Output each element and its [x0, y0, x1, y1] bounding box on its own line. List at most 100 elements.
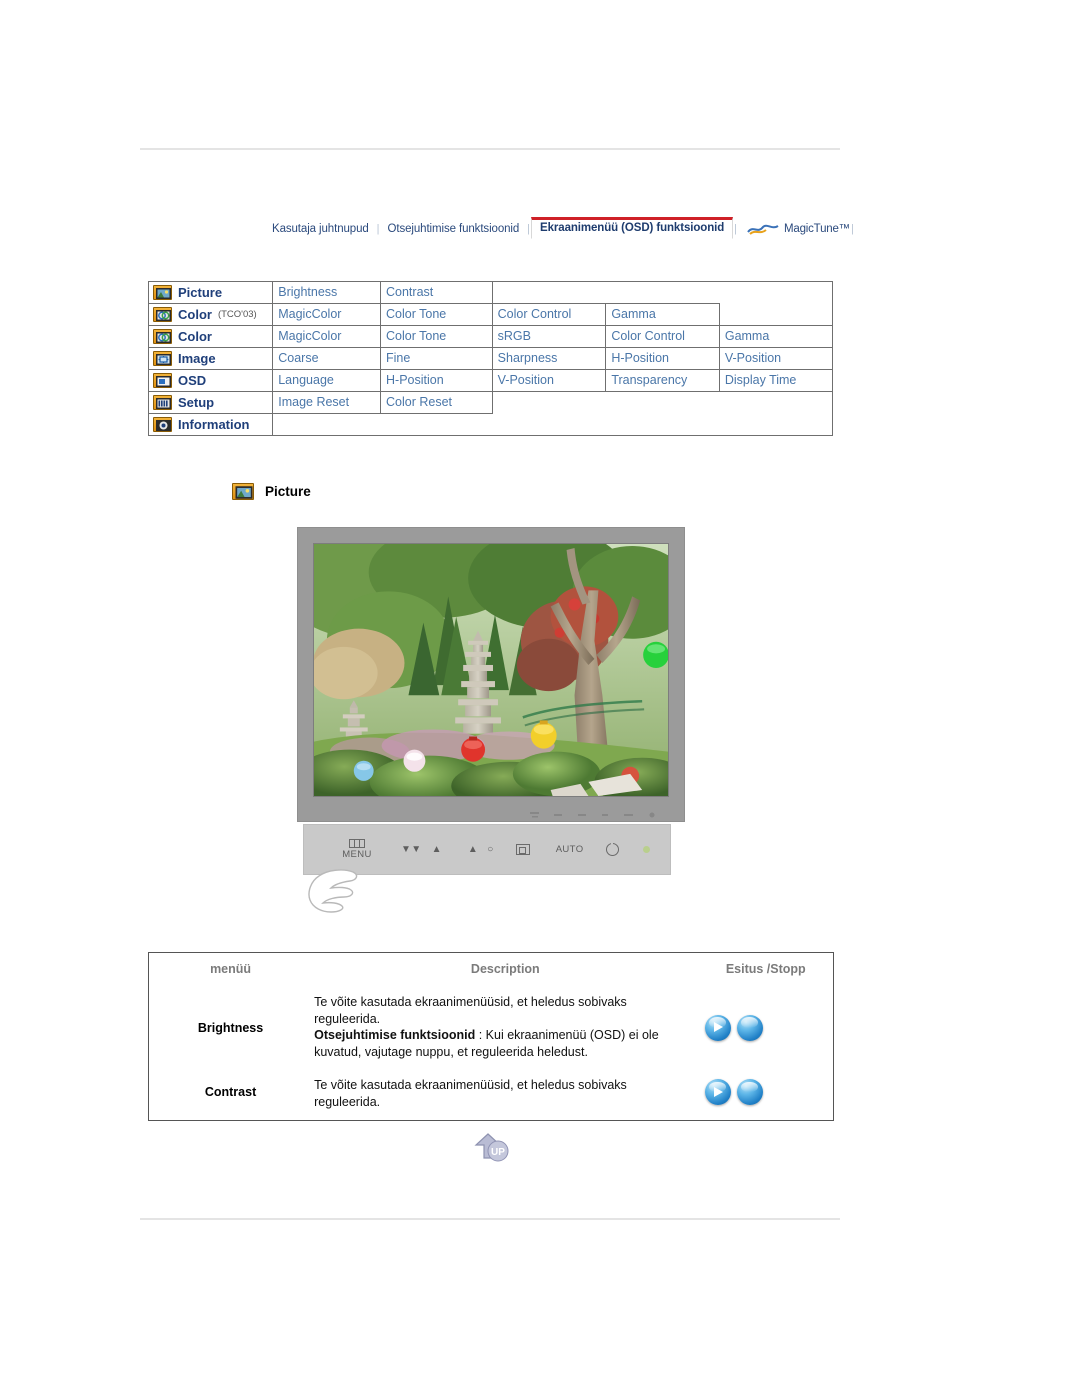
menu-category-note: (TCO'03): [217, 308, 257, 320]
empty-cell: [718, 303, 833, 326]
menu-item-contrast[interactable]: Contrast: [380, 281, 493, 304]
menu-item-display-time[interactable]: Display Time: [718, 369, 834, 392]
brightness-up-button[interactable]: ○: [487, 844, 493, 855]
nav-item-ekraanimenuu-osd-funktsioonid[interactable]: Ekraanimenüü (OSD) funktsioonid: [531, 217, 734, 239]
menu-category-label: Color: [178, 328, 212, 344]
menu-category-label: Setup: [178, 394, 215, 410]
menu-item-coarse[interactable]: Coarse: [272, 347, 381, 370]
menu-item-h-position[interactable]: H-Position: [380, 369, 493, 392]
row-label-contrast: Contrast: [204, 1085, 257, 1100]
menu-category-label: OSD: [178, 372, 207, 388]
play-button[interactable]: [704, 1079, 731, 1106]
description-bold-prefix: Otsejuhtimise funktsioonid: [314, 1028, 476, 1043]
row-description-brightness: Te võite kasutada ekraanimenüüsid, et he…: [312, 986, 698, 1069]
section-heading: Picture: [232, 483, 311, 500]
source-button[interactable]: [515, 844, 530, 855]
menu-item-image-reset[interactable]: Image Reset: [272, 391, 381, 414]
column-header-play-stop: Esitus /Stopp: [725, 962, 806, 976]
brightness-down-button[interactable]: ▲: [468, 844, 478, 855]
column-header-menu: menüü: [210, 962, 252, 976]
menu-item-magiccolor[interactable]: MagicColor: [272, 325, 381, 348]
pointing-hand-icon: [305, 866, 375, 918]
menu-category-setup: Setup: [147, 391, 274, 414]
garden-photo: [314, 544, 668, 796]
menu-item-v-position[interactable]: V-Position: [718, 347, 834, 370]
bezel-button-labels: [526, 807, 666, 818]
menu-button-label: MENU: [342, 849, 372, 860]
auto-button[interactable]: AUTO: [556, 844, 584, 855]
nav-item-otsejuhtimise-funktsioonid[interactable]: Otsejuhtimise funktsioonid: [381, 220, 527, 239]
menu-item-h-position[interactable]: H-Position: [605, 347, 720, 370]
nav-separator: |: [734, 223, 737, 235]
menu-item-fine[interactable]: Fine: [380, 347, 493, 370]
menu-category-osd: OSD: [147, 369, 274, 392]
stop-button[interactable]: [736, 1079, 763, 1106]
power-button[interactable]: [605, 841, 619, 856]
menu-item-color-control[interactable]: Color Control: [605, 325, 720, 348]
brightness-triangle-icon: ▲: [467, 844, 479, 855]
menu-item-transparency[interactable]: Transparency: [605, 369, 720, 392]
menu-item-color-tone[interactable]: Color Tone: [380, 325, 493, 348]
menu-item-color-reset[interactable]: Color Reset: [380, 391, 493, 414]
menu-button[interactable]: MENU: [331, 839, 383, 860]
osd-menu-matrix: Picture Brightness Contrast Color (TCO'0…: [147, 281, 834, 436]
color-icon: [153, 328, 172, 344]
menu-item-language[interactable]: Language: [272, 369, 381, 392]
row-description-contrast: Te võite kasutada ekraanimenüüsid, et he…: [312, 1069, 698, 1120]
led-icon: [642, 846, 650, 853]
table-row: Information: [147, 413, 833, 436]
table-row: Setup Image Reset Color Reset: [147, 391, 833, 414]
color-icon: [153, 306, 172, 322]
menu-category-label: Image: [178, 350, 216, 366]
menu-category-label: Information: [178, 416, 250, 432]
source-icon: [515, 844, 530, 855]
menu-item-color-control[interactable]: Color Control: [491, 303, 607, 326]
monitor-illustration: [297, 527, 685, 822]
table-row: Image Coarse Fine Sharpness H-Position V…: [147, 347, 834, 370]
menu-category-label: Picture: [178, 284, 223, 300]
empty-cell: [491, 281, 833, 304]
menu-item-gamma[interactable]: Gamma: [605, 303, 720, 326]
double-arrow-up-icon: ▲: [431, 844, 442, 855]
up-label: UP: [491, 1147, 505, 1158]
menu-category-information: Information: [147, 413, 274, 436]
monitor-screen: [313, 543, 669, 797]
table-row: Brightness Te võite kasutada ekraanimenü…: [149, 986, 834, 1069]
menu-category-label: Color: [178, 306, 212, 322]
osd-icon: [153, 372, 172, 388]
menu-category-color-tco: Color (TCO'03): [147, 303, 274, 326]
nav-item-kasutaja-juhtnupud[interactable]: Kasutaja juhtnupud: [265, 220, 376, 239]
menu-item-v-position[interactable]: V-Position: [491, 369, 607, 392]
setup-icon: [153, 394, 172, 410]
brightness-circle-icon: ○: [487, 844, 494, 855]
breadcrumb-nav: Kasutaja juhtnupud | Otsejuhtimise funkt…: [265, 216, 855, 242]
menu-item-srgb[interactable]: sRGB: [491, 325, 607, 348]
table-row: OSD Language H-Position V-Position Trans…: [147, 369, 834, 392]
information-icon: [153, 416, 172, 432]
menu-bars-icon: [349, 839, 365, 848]
up-arrow-icon[interactable]: UP: [468, 1132, 514, 1162]
menu-item-sharpness[interactable]: Sharpness: [491, 347, 607, 370]
menu-item-color-tone[interactable]: Color Tone: [380, 303, 493, 326]
adjust-down-button[interactable]: ▼▼: [401, 844, 422, 855]
top-divider: [140, 148, 840, 150]
description-line-1: Te võite kasutada ekraanimenüüsid, et he…: [314, 995, 627, 1026]
adjust-up-button[interactable]: ▲: [432, 844, 442, 855]
row-label-brightness: Brightness: [197, 1020, 264, 1035]
document-page: Kasutaja juhtnupud | Otsejuhtimise funkt…: [0, 0, 1080, 1397]
nav-item-magictune[interactable]: MagicTune™: [784, 223, 850, 235]
auto-button-label: AUTO: [555, 844, 584, 855]
table-row: Contrast Te võite kasutada ekraanimenüüs…: [149, 1069, 834, 1120]
menu-item-gamma[interactable]: Gamma: [718, 325, 834, 348]
column-header-description: Description: [470, 962, 540, 976]
play-button[interactable]: [704, 1014, 731, 1041]
stop-button[interactable]: [736, 1014, 763, 1041]
row-buttons-brightness: [699, 986, 834, 1069]
menu-item-brightness[interactable]: Brightness: [272, 281, 381, 304]
picture-icon: [153, 284, 172, 300]
magictune-logo-icon: [746, 223, 780, 235]
menu-item-magiccolor[interactable]: MagicColor: [272, 303, 381, 326]
table-row: Picture Brightness Contrast: [147, 281, 833, 304]
power-icon: [605, 841, 619, 856]
description-table: menüü Description Esitus /Stopp Brightne…: [148, 952, 834, 1121]
